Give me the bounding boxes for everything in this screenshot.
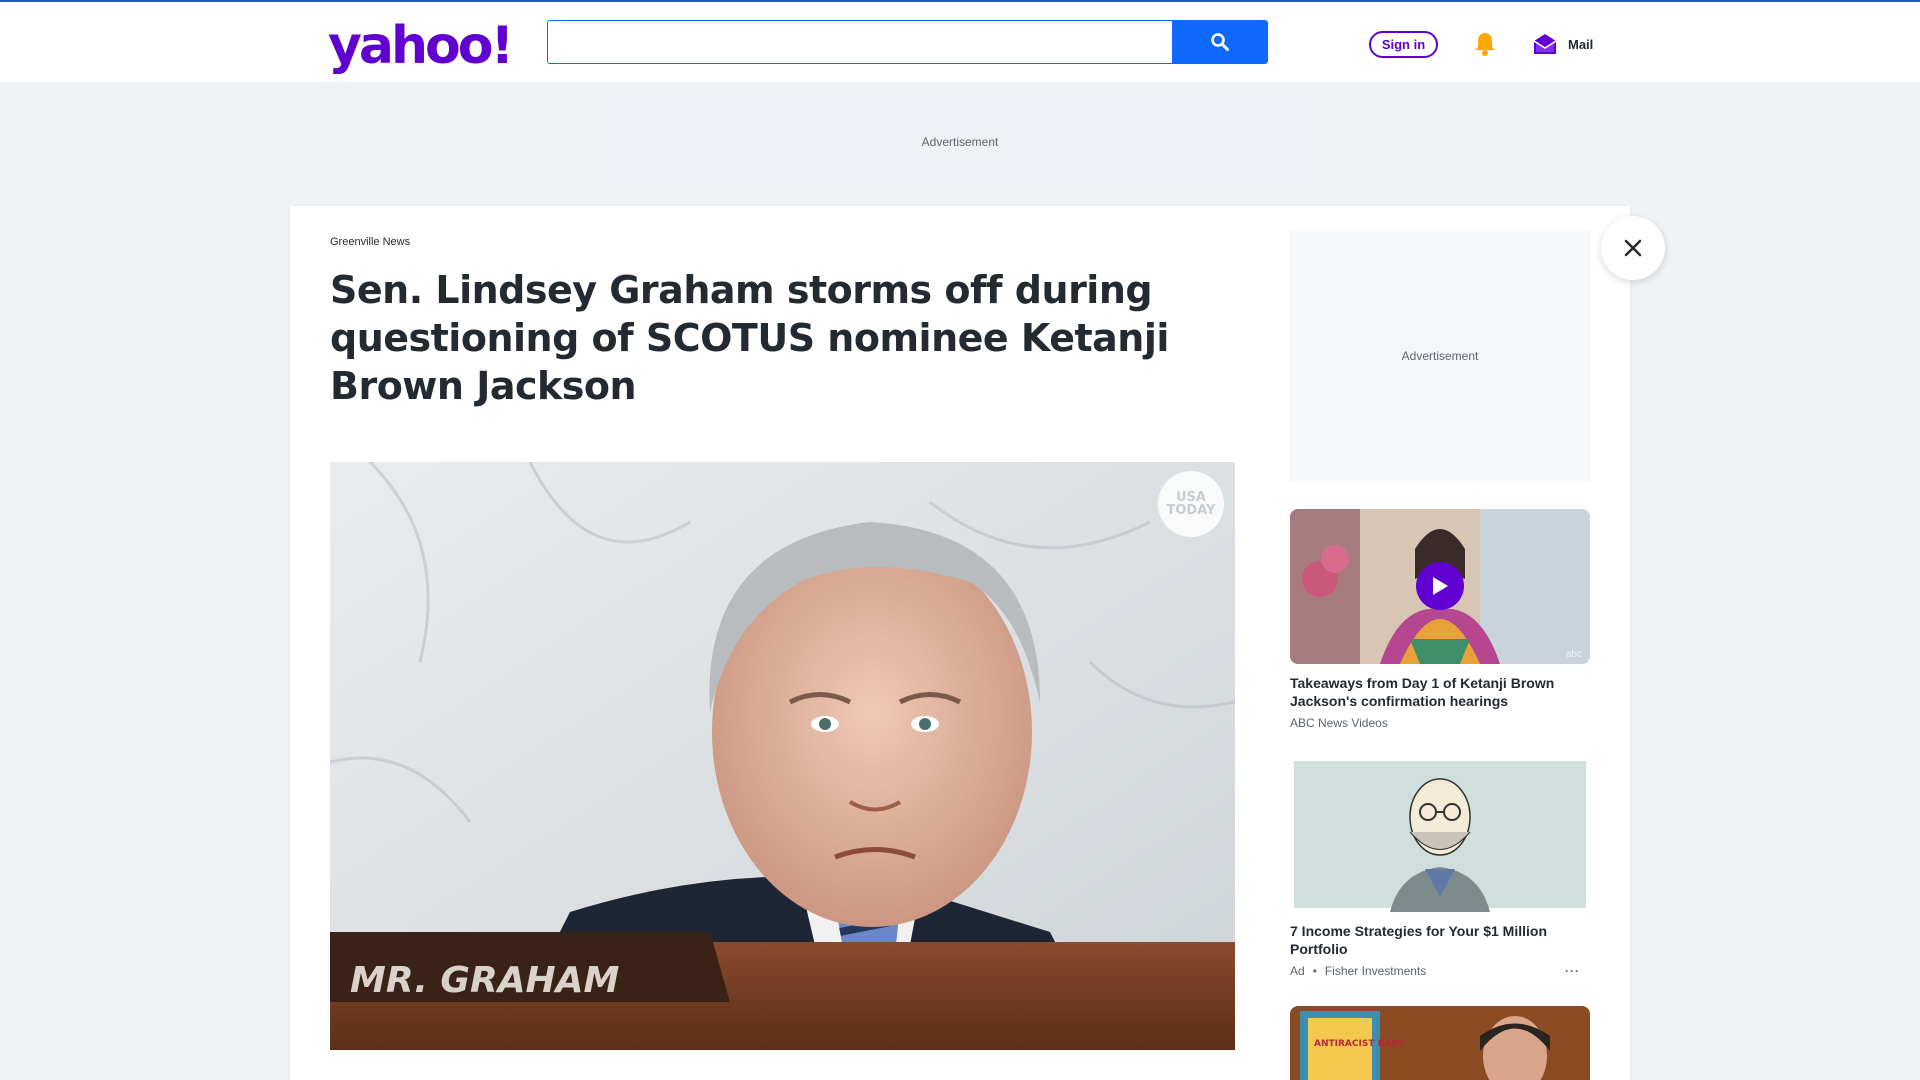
sidebar-item-meta: Ad • Fisher Investments ··· — [1290, 964, 1590, 978]
top-advertisement[interactable]: Advertisement — [596, 97, 1324, 187]
play-button[interactable] — [1416, 562, 1464, 610]
sidebar-item-partial[interactable]: ANTIRACIST BABY — [1290, 1006, 1590, 1080]
article-hero-image[interactable]: MR. GRAHAM USA TODAY — [330, 462, 1235, 1050]
hero-photo: MR. GRAHAM — [330, 462, 1235, 1050]
more-options-button[interactable]: ··· — [1565, 964, 1590, 978]
close-icon — [1624, 239, 1642, 257]
mail-link[interactable]: Mail — [1532, 28, 1593, 60]
article-source[interactable]: Greenville News — [330, 236, 410, 248]
sidebar-item-source: ABC News Videos — [1290, 716, 1388, 730]
bell-icon — [1475, 33, 1495, 56]
site-header: yahoo! Sign in Mail — [0, 2, 1920, 82]
sidebar-advertisement[interactable]: Advertisement — [1290, 231, 1590, 481]
abc-watermark: abc — [1565, 649, 1582, 660]
svg-text:ANTIRACIST BABY: ANTIRACIST BABY — [1314, 1039, 1405, 1049]
mail-icon — [1533, 34, 1557, 54]
thumbnail-image: ANTIRACIST BABY — [1290, 1006, 1590, 1080]
sidebar-ad-item[interactable]: 7 Income Strategies for Your $1 Million … — [1290, 757, 1590, 978]
advertisement-label: Advertisement — [1401, 349, 1479, 363]
svg-text:MR. GRAHAM: MR. GRAHAM — [350, 960, 620, 1001]
search-box — [547, 20, 1268, 64]
sidebar-item-title[interactable]: Takeaways from Day 1 of Ketanji Brown Ja… — [1290, 674, 1590, 710]
advertisement-label: Advertisement — [921, 135, 999, 149]
ad-thumbnail[interactable] — [1290, 757, 1590, 912]
video-thumbnail[interactable]: abc — [1290, 509, 1590, 664]
article-headline: Sen. Lindsey Graham storms off during qu… — [330, 268, 1169, 408]
sidebar-item-meta: ABC News Videos — [1290, 716, 1590, 730]
search-input[interactable] — [548, 21, 1173, 63]
usa-today-badge: USA TODAY — [1158, 471, 1224, 537]
search-icon — [1210, 33, 1229, 51]
yahoo-logo[interactable]: yahoo! — [328, 16, 514, 76]
notifications-button[interactable] — [1470, 29, 1500, 59]
sidebar-item-title[interactable]: 7 Income Strategies for Your $1 Million … — [1290, 922, 1590, 958]
thumbnail-image — [1290, 757, 1590, 912]
sidebar-item-source[interactable]: Fisher Investments — [1325, 964, 1426, 978]
article-card: Greenville News Sen. Lindsey Graham stor… — [290, 206, 1630, 1080]
ad-label: Ad — [1290, 964, 1305, 978]
separator-dot: • — [1312, 964, 1317, 978]
sidebar-video-item[interactable]: abc Takeaways from Day 1 of Ketanji Brow… — [1290, 509, 1590, 730]
mail-label: Mail — [1568, 36, 1594, 52]
close-button[interactable] — [1601, 216, 1665, 280]
partial-thumbnail[interactable]: ANTIRACIST BABY — [1290, 1006, 1590, 1080]
search-button[interactable] — [1172, 21, 1267, 63]
play-icon — [1433, 577, 1448, 595]
sign-in-button[interactable]: Sign in — [1369, 31, 1438, 58]
